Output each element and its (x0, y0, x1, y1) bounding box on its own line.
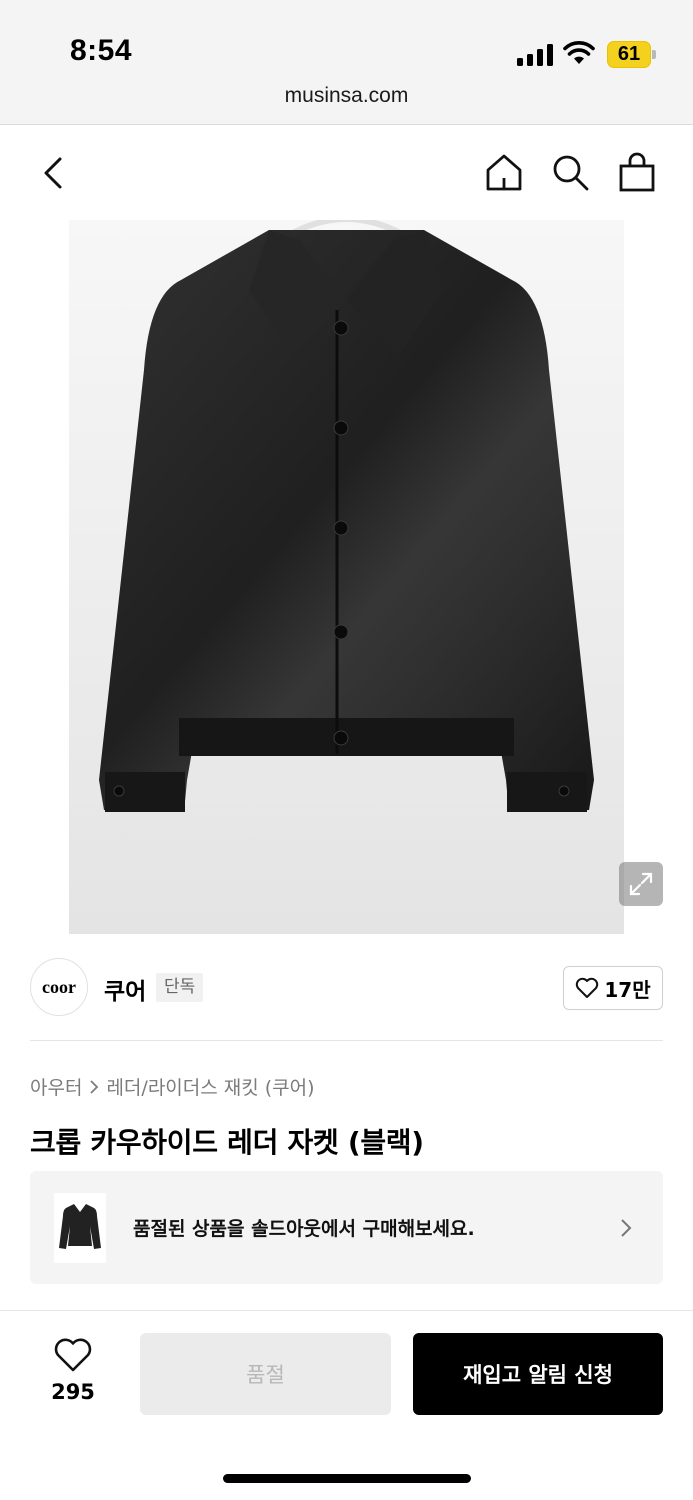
heart-icon (576, 977, 599, 998)
home-indicator (223, 1474, 471, 1483)
chevron-right-icon (621, 1219, 632, 1237)
search-icon (553, 155, 589, 191)
signal-icon (517, 44, 553, 66)
jacket-thumbnail-icon (59, 1204, 101, 1249)
breadcrumb-subcategory[interactable]: 레더/라이더스 재킷 (쿠어) (106, 1073, 314, 1100)
product-title: 크롭 카우하이드 레더 자켓 (블랙) (30, 1126, 424, 1159)
breadcrumb-category[interactable]: 아우터 (30, 1073, 82, 1100)
battery-icon: 61 (607, 41, 657, 68)
product-image[interactable] (69, 220, 624, 934)
divider (30, 1040, 663, 1041)
chevron-right-icon (90, 1079, 99, 1094)
back-button[interactable] (30, 150, 76, 196)
banner-text: 품절된 상품을 솔드아웃에서 구매해보세요. (133, 1218, 475, 1240)
soldout-button[interactable]: 품절 (140, 1333, 391, 1415)
wishlist-count: 295 (51, 1380, 95, 1404)
exclusive-badge: 단독 (156, 973, 204, 1002)
expand-icon (629, 872, 653, 896)
brand-like-count: 17만 (604, 977, 651, 1002)
breadcrumb: 아우터 레더/라이더스 재킷 (쿠어) (30, 1073, 315, 1100)
url-bar[interactable]: musinsa.com (0, 84, 693, 108)
wifi-icon (563, 41, 595, 64)
battery-level: 61 (607, 41, 651, 68)
back-icon (44, 157, 62, 189)
jacket-illustration (99, 220, 594, 812)
wishlist-heart-icon[interactable] (53, 1337, 93, 1373)
brand-logo[interactable]: coor (30, 958, 88, 1016)
search-button[interactable] (548, 150, 592, 194)
status-time: 8:54 (70, 34, 133, 67)
cart-button[interactable] (615, 150, 659, 194)
soldout-banner[interactable]: 품절된 상품을 솔드아웃에서 구매해보세요. (30, 1171, 663, 1284)
expand-image-button[interactable] (619, 862, 663, 906)
banner-thumbnail (54, 1193, 106, 1263)
home-button[interactable] (482, 150, 526, 194)
brand-like-button[interactable]: 17만 (563, 966, 663, 1010)
brand-name[interactable]: 쿠어 (104, 972, 146, 1006)
home-icon (486, 154, 522, 191)
status-and-url-bar: 8:54 61 musinsa.com (0, 0, 693, 125)
shopping-bag-icon (619, 152, 655, 192)
restock-alert-button[interactable]: 재입고 알림 신청 (413, 1333, 663, 1415)
